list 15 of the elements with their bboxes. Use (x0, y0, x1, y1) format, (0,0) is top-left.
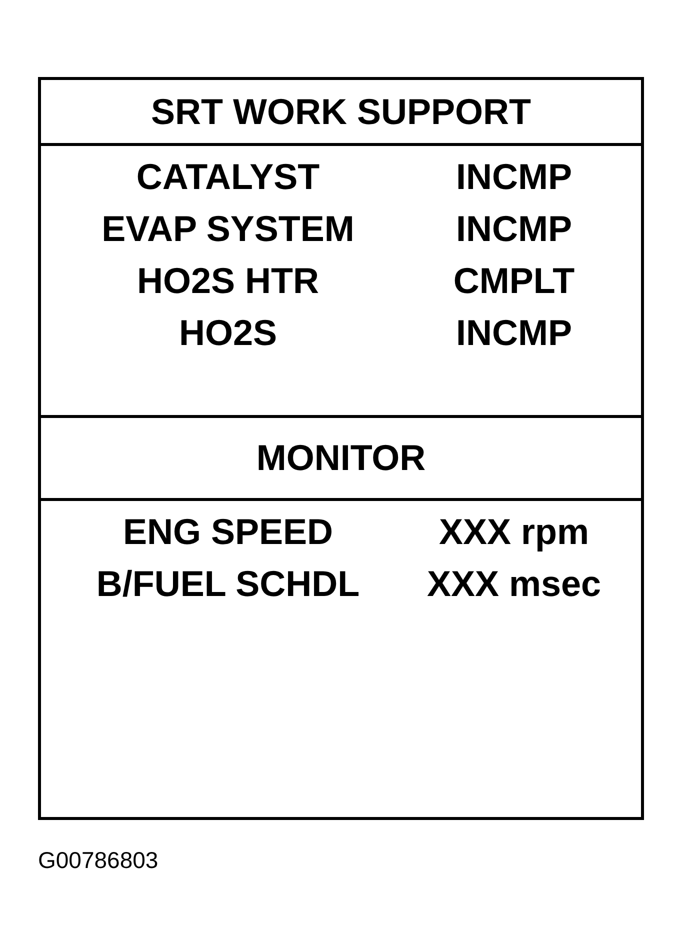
parameter-label: B/FUEL SCHDL (96, 564, 360, 604)
parameter-label: EVAP SYSTEM (102, 209, 354, 249)
parameter-label: HO2S (178, 313, 278, 353)
parameter-value: XXX msec (426, 564, 602, 604)
figure-code: G00786803 (38, 847, 158, 873)
section-title: MONITOR (256, 438, 426, 478)
parameter-label: ENG SPEED (122, 512, 334, 552)
parameter-label: CATALYST (136, 157, 320, 197)
parameter-value: CMPLT (453, 261, 575, 301)
parameter-label: HO2S HTR (136, 261, 320, 301)
parameter-value: INCMP (456, 313, 572, 353)
parameter-value: XXX rpm (438, 512, 590, 552)
parameter-value: INCMP (456, 157, 572, 197)
parameter-value: INCMP (456, 209, 572, 249)
section-title: SRT WORK SUPPORT (150, 92, 531, 132)
